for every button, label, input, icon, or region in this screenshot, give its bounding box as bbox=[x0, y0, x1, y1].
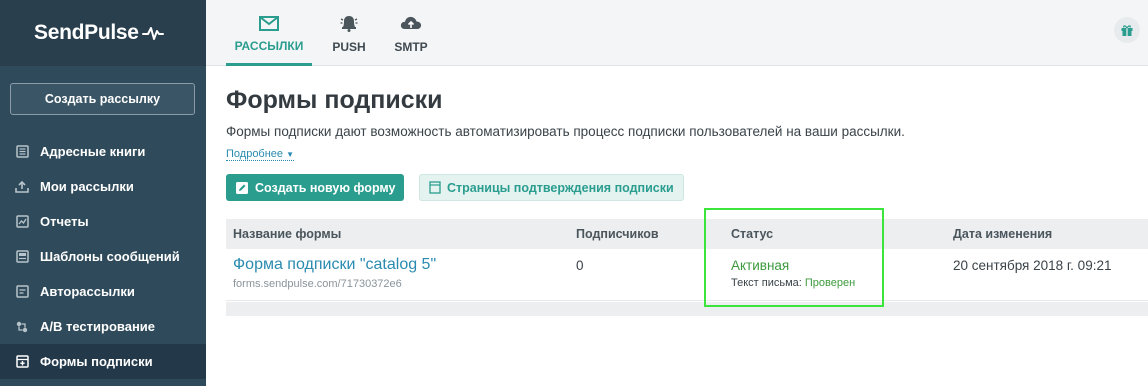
subscriber-count: 0 bbox=[576, 258, 584, 273]
bell-icon bbox=[339, 12, 359, 32]
table-footer bbox=[226, 302, 1148, 316]
app-root: SendPulse Создать рассылку Адресные книг… bbox=[0, 0, 1148, 386]
column-header-name[interactable]: Название формы bbox=[233, 227, 341, 241]
page-title: Формы подписки bbox=[226, 86, 443, 114]
create-campaign-button[interactable]: Создать рассылку bbox=[10, 83, 195, 115]
sidebar-item-label: Мои рассылки bbox=[40, 179, 134, 194]
sidebar-item-templates[interactable]: Шаблоны сообщений bbox=[0, 239, 206, 274]
form-url: forms.sendpulse.com/71730372e6 bbox=[233, 278, 402, 290]
chart-icon bbox=[15, 215, 29, 229]
sidebar-item-label: Формы подписки bbox=[40, 354, 153, 369]
modified-date: 20 сентября 2018 г. 09:21 bbox=[953, 258, 1112, 273]
pulse-icon bbox=[141, 27, 164, 40]
autoresponder-icon bbox=[15, 285, 29, 299]
edit-icon bbox=[235, 181, 249, 195]
sidebar-item-subscription-forms[interactable]: Формы подписки bbox=[0, 344, 206, 379]
caret-down-icon: ▼ bbox=[286, 150, 295, 159]
upload-icon bbox=[15, 180, 29, 194]
tab-campaigns[interactable]: РАССЫЛКИ bbox=[226, 0, 312, 66]
confirmation-pages-label: Страницы подтверждения подписки bbox=[447, 180, 674, 195]
status-highlight-box bbox=[704, 208, 884, 307]
sidebar-item-label: Адресные книги bbox=[40, 144, 146, 159]
more-info-link[interactable]: Подробнее ▼ bbox=[226, 148, 295, 161]
logo-bar: SendPulse bbox=[0, 0, 206, 66]
tab-push[interactable]: PUSH bbox=[324, 0, 374, 66]
sidebar-item-label: Отчеты bbox=[40, 214, 89, 229]
create-form-button[interactable]: Создать новую форму bbox=[226, 174, 405, 201]
sidebar-item-my-campaigns[interactable]: Мои рассылки bbox=[0, 169, 206, 204]
sidebar-item-label: Авторассылки bbox=[40, 284, 135, 299]
envelope-icon bbox=[259, 11, 279, 31]
main-content: Формы подписки Формы подписки дают возмо… bbox=[206, 66, 1148, 386]
template-icon bbox=[15, 250, 29, 264]
table-header: Название формы Подписчиков Статус Дата и… bbox=[226, 219, 1148, 249]
top-nav: РАССЫЛКИ PUSH SMTP bbox=[206, 0, 1148, 66]
confirmation-pages-button[interactable]: Страницы подтверждения подписки bbox=[419, 174, 684, 201]
gift-button[interactable] bbox=[1114, 17, 1140, 43]
sidebar-item-ab-testing[interactable]: A/B тестирование bbox=[0, 309, 206, 344]
gift-icon bbox=[1120, 23, 1134, 37]
logo[interactable]: SendPulse bbox=[34, 21, 164, 45]
more-info-label: Подробнее bbox=[226, 148, 284, 160]
create-form-label: Создать новую форму bbox=[255, 180, 396, 195]
column-header-date[interactable]: Дата изменения bbox=[953, 227, 1052, 241]
sidebar-item-autoresponders[interactable]: Авторассылки bbox=[0, 274, 206, 309]
ab-test-icon bbox=[15, 320, 29, 334]
tab-smtp[interactable]: SMTP bbox=[386, 0, 436, 66]
sidebar-item-label: Шаблоны сообщений bbox=[40, 249, 180, 264]
tab-label: РАССЫЛКИ bbox=[234, 38, 304, 53]
sidebar-item-address-books[interactable]: Адресные книги bbox=[0, 134, 206, 169]
cloud-upload-icon bbox=[399, 12, 423, 32]
column-header-subscribers[interactable]: Подписчиков bbox=[576, 227, 659, 241]
page-icon bbox=[429, 181, 441, 194]
tab-label: SMTP bbox=[394, 40, 428, 54]
form-name-link[interactable]: Форма подписки "catalog 5" bbox=[233, 256, 436, 274]
sidebar-item-reports[interactable]: Отчеты bbox=[0, 204, 206, 239]
brand-name: SendPulse bbox=[34, 21, 139, 44]
page-description: Формы подписки дают возможность автомати… bbox=[226, 124, 905, 139]
tab-label: PUSH bbox=[332, 40, 366, 54]
sidebar-nav: Адресные книги Мои рассылки Отчеты Шабло… bbox=[0, 134, 206, 379]
sidebar: SendPulse Создать рассылку Адресные книг… bbox=[0, 0, 206, 386]
sidebar-item-label: A/B тестирование bbox=[40, 319, 156, 334]
form-icon bbox=[15, 355, 29, 369]
address-book-icon bbox=[15, 145, 29, 159]
table-row: Форма подписки "catalog 5" forms.sendpul… bbox=[226, 249, 1148, 301]
